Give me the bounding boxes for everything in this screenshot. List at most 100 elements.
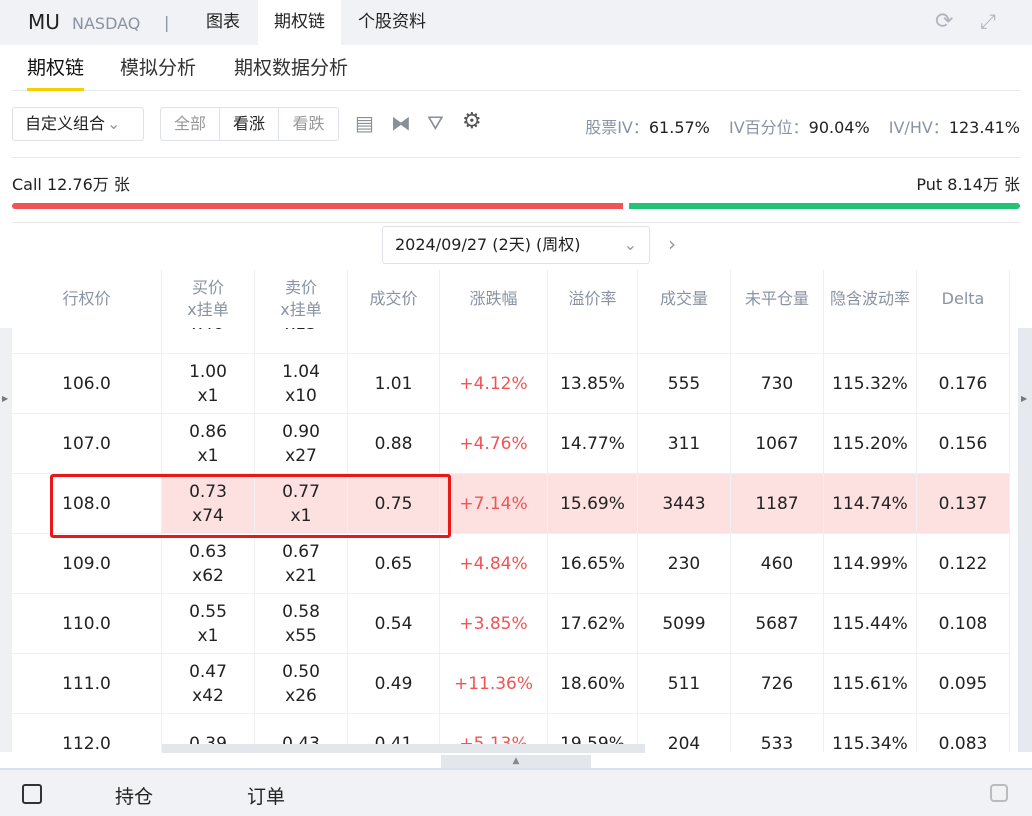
- header-implied-volatility[interactable]: 隐含波动率: [824, 270, 917, 328]
- cell-premium: 18.60%: [548, 654, 638, 713]
- filter-puts[interactable]: 看跌: [279, 108, 338, 140]
- fullscreen-icon[interactable]: ⤢: [980, 9, 996, 33]
- subtab-data-analysis[interactable]: 期权数据分析: [234, 53, 348, 88]
- cell-bid[interactable]: 0.47 x42: [162, 654, 255, 713]
- call-volume-bar: [12, 203, 624, 209]
- window-icon[interactable]: [990, 784, 1008, 802]
- header-label: x挂单: [280, 300, 322, 319]
- filter-all[interactable]: 全部: [161, 108, 220, 140]
- iv: 114.74%: [832, 493, 908, 514]
- cell-ask[interactable]: x13: [255, 328, 348, 353]
- table-row[interactable]: 107.0 0.86 x1 0.90 x27 0.88 +4.76% 14.77% 311 106…: [12, 414, 1010, 474]
- cell-implied-volatility: 114.74%: [824, 474, 917, 533]
- cell-implied-volatility: 114.99%: [824, 534, 917, 593]
- cell-last: 0.54: [348, 594, 440, 653]
- cell-volume: 204: [638, 714, 731, 752]
- cell-bid[interactable]: 1.00 x1: [162, 354, 255, 413]
- cell-implied-volatility: 115.34%: [824, 714, 917, 752]
- header-delta[interactable]: Delta: [917, 270, 1010, 328]
- tab-orders[interactable]: 订单: [247, 782, 285, 809]
- vertical-scrollbar[interactable]: ▶: [1018, 328, 1032, 752]
- header-last[interactable]: 成交价: [348, 270, 440, 328]
- volume: 204: [667, 733, 701, 753]
- cell-open-interest: 730: [731, 354, 824, 413]
- bid: 0.63: [189, 541, 227, 562]
- premium: 15.69%: [560, 493, 625, 514]
- premium: 16.65%: [560, 553, 625, 574]
- cell-ask[interactable]: 0.58 x55: [255, 594, 348, 653]
- filter-icon[interactable]: ⛛: [427, 111, 444, 135]
- header-bid[interactable]: 买价 x挂单: [162, 270, 255, 328]
- bid_size: x42: [192, 685, 224, 706]
- chevron-down-icon: ⌄: [107, 114, 121, 133]
- cell-ask[interactable]: 0.67 x21: [255, 534, 348, 593]
- cell-bid[interactable]: 0.86 x1: [162, 414, 255, 473]
- table-header: 行权价 买价 x挂单 卖价 x挂单 成交价 涨跌幅 溢价率 成交量 未平仓量 隐含波动率 Delta: [12, 270, 1010, 328]
- cell-volume: 311: [638, 414, 731, 473]
- ask_size: x27: [285, 445, 317, 466]
- cell-volume: 230: [638, 534, 731, 593]
- list-icon[interactable]: ▤: [355, 111, 374, 135]
- expiry-dropdown[interactable]: 2024/09/27 (2天) (周权) ⌄: [382, 226, 650, 264]
- refresh-icon[interactable]: ⟳: [935, 9, 953, 34]
- ask_size: x21: [285, 565, 317, 586]
- divider: [12, 222, 1020, 223]
- change: +3.85%: [459, 613, 528, 634]
- cell-ask[interactable]: 1.04 x10: [255, 354, 348, 413]
- header-label: 成交量: [659, 289, 708, 308]
- volume: 3443: [662, 493, 706, 514]
- premium: 17.62%: [560, 613, 625, 634]
- header-premium[interactable]: 溢价率: [548, 270, 638, 328]
- tab-profile[interactable]: 个股资料: [342, 0, 442, 45]
- table-row[interactable]: 111.0 0.47 x42 0.50 x26 0.49 +11.36% 18.60% 511 7…: [12, 654, 1010, 714]
- panel-icon[interactable]: [22, 784, 42, 804]
- cell-bid[interactable]: 0.55 x1: [162, 594, 255, 653]
- header-label: 买价: [191, 278, 224, 297]
- tab-chart[interactable]: 图表: [190, 0, 256, 45]
- highlight-box: [50, 474, 451, 538]
- cell-bid[interactable]: 0.63 x62: [162, 534, 255, 593]
- compare-icon[interactable]: ⧓: [391, 111, 411, 135]
- tab-option-chain[interactable]: 期权链: [258, 0, 341, 45]
- cell-bid[interactable]: x46: [162, 328, 255, 353]
- cell-strike: 112.0: [12, 714, 162, 752]
- cell-implied-volatility: 115.20%: [824, 414, 917, 473]
- header-volume[interactable]: 成交量: [638, 270, 731, 328]
- header-label: 行权价: [62, 289, 111, 308]
- header-strike[interactable]: 行权价: [12, 270, 162, 328]
- delta: 0.083: [938, 733, 988, 753]
- subtab-option-chain[interactable]: 期权链: [27, 53, 85, 91]
- cell-ask[interactable]: 0.90 x27: [255, 414, 348, 473]
- collapse-handle[interactable]: ▲: [441, 755, 591, 768]
- cell-strike: 106.0: [12, 354, 162, 413]
- cell-strike: 110.0: [12, 594, 162, 653]
- call-volume: Call 12.76万 张: [12, 175, 130, 194]
- subtab-simulation[interactable]: 模拟分析: [120, 53, 196, 88]
- table-row[interactable]: 110.0 0.55 x1 0.58 x55 0.54 +3.85% 17.62% 5099 56…: [12, 594, 1010, 654]
- next-expiry-icon[interactable]: ›: [668, 232, 676, 256]
- header-ask[interactable]: 卖价 x挂单: [255, 270, 348, 328]
- ask_size: x55: [285, 625, 317, 646]
- cell-open-interest: 1187: [731, 474, 824, 533]
- table-row[interactable]: 109.0 0.63 x62 0.67 x21 0.65 +4.84% 16.65% 230 46…: [12, 534, 1010, 594]
- left-panel-toggle[interactable]: ▶: [0, 328, 12, 752]
- header-open-interest[interactable]: 未平仓量: [731, 270, 824, 328]
- header-change[interactable]: 涨跌幅: [440, 270, 548, 328]
- header-label: 隐含波动率: [829, 289, 910, 308]
- cell-ask[interactable]: 0.50 x26: [255, 654, 348, 713]
- filter-calls[interactable]: 看涨: [220, 108, 279, 140]
- cell-implied-volatility: 115.32%: [824, 354, 917, 413]
- table-row[interactable]: x46x13: [12, 328, 1010, 354]
- oi: 1187: [755, 493, 799, 514]
- horizontal-scrollbar[interactable]: [162, 744, 645, 753]
- custom-combo-dropdown[interactable]: 自定义组合 ⌄: [12, 107, 144, 141]
- table-row[interactable]: 106.0 1.00 x1 1.04 x10 1.01 +4.12% 13.85% 555 730…: [12, 354, 1010, 414]
- cell-premium: 17.62%: [548, 594, 638, 653]
- iv: 115.20%: [832, 433, 908, 454]
- cell-change: +11.36%: [440, 654, 548, 713]
- gear-icon[interactable]: ⚙: [462, 109, 482, 134]
- cell-premium: 13.85%: [548, 354, 638, 413]
- tab-positions[interactable]: 持仓: [115, 782, 153, 809]
- iv-stats: 股票IV：61.57% IV百分位：90.04% IV/HV：123.41%: [585, 114, 1020, 138]
- iv-hv-value: 123.41%: [948, 118, 1020, 137]
